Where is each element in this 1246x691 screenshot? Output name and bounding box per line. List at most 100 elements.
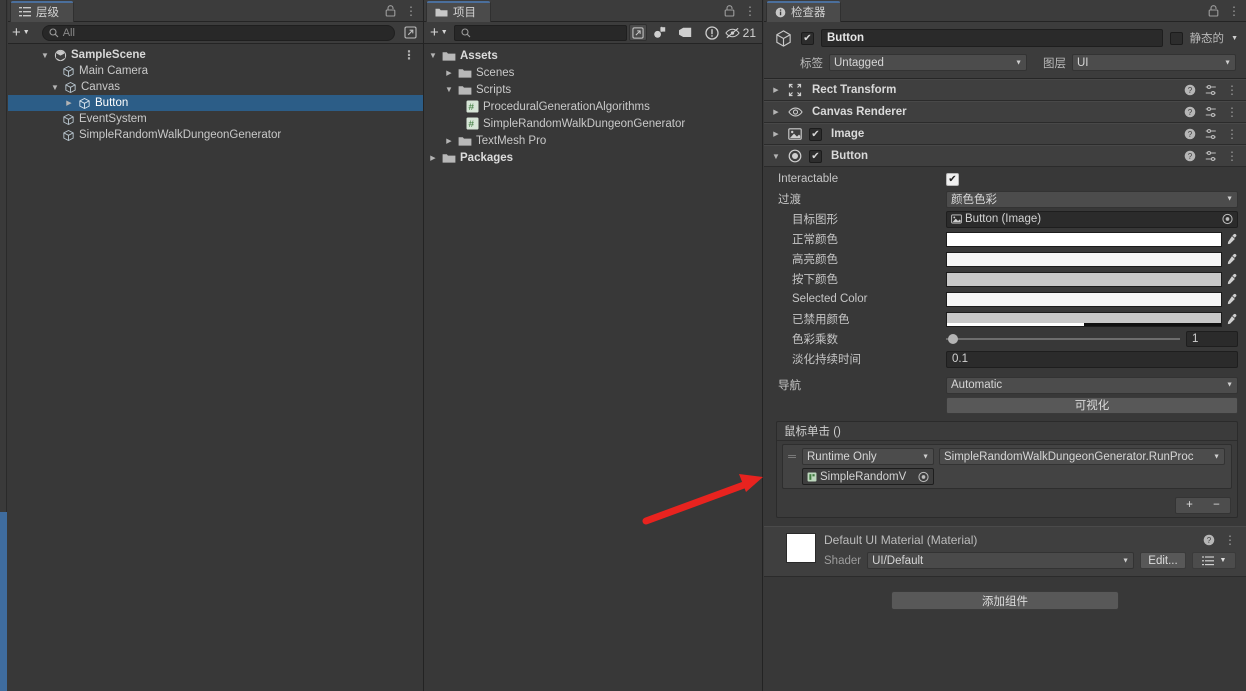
expand-triangle-icon[interactable]: ▼ [40,51,50,60]
expand-triangle-icon[interactable]: ▶ [444,137,454,145]
expand-triangle-icon[interactable]: ▶ [771,108,781,116]
hierarchy-item-simplerandomwalkdungeongenerator[interactable]: SimpleRandomWalkDungeonGenerator [8,127,423,143]
highlighted-color-swatch[interactable] [946,251,1222,267]
lock-icon[interactable] [724,5,735,17]
image-enabled-checkbox[interactable]: ✔ [809,127,822,141]
hierarchy-item-eventsystem[interactable]: EventSystem [8,111,423,127]
slider-knob[interactable] [948,334,958,344]
shader-edit-button[interactable]: Edit... [1140,552,1186,569]
layer-dropdown[interactable]: UI ▼ [1072,54,1236,71]
transition-dropdown[interactable]: 颜色色彩 ▼ [946,190,1238,208]
onclick-add-button[interactable]: + [1186,499,1193,511]
target-graphic-object-field[interactable]: Button (Image) [946,210,1238,228]
tab-inspector[interactable]: 检查器 [766,1,841,22]
expand-triangle-icon[interactable]: ▼ [428,51,438,60]
shader-dropdown[interactable]: UI/Default ▼ [867,552,1134,569]
navigation-dropdown[interactable]: Automatic ▼ [946,376,1238,394]
help-icon[interactable]: ? [1184,128,1196,140]
disabled-color-swatch[interactable] [946,311,1222,327]
project-item-proceduralgenerationalgorithms[interactable]: # ProceduralGenerationAlgorithms [424,98,762,115]
eyedropper-icon[interactable] [1224,233,1240,245]
component-header-button[interactable]: ▼ ✔ Button ? ⋮ [764,145,1246,167]
tab-project[interactable]: 项目 [426,1,491,22]
hierarchy-item-main-camera[interactable]: Main Camera [8,63,423,79]
scene-menu-icon[interactable]: ⋮ [403,49,415,61]
project-search-in-window-button[interactable] [628,24,647,41]
button-enabled-checkbox[interactable]: ✔ [809,149,822,163]
lock-icon[interactable] [385,5,396,17]
expand-triangle-icon[interactable]: ▼ [444,85,454,94]
component-menu-icon[interactable]: ⋮ [1226,128,1238,140]
inspector-menu-icon[interactable]: ⋮ [1228,5,1240,17]
project-item-scripts[interactable]: ▼ Scripts [424,81,762,98]
project-label-button[interactable] [673,24,699,42]
project-item-textmesh-pro[interactable]: ▶ TextMesh Pro [424,132,762,149]
expand-triangle-icon[interactable]: ▶ [444,69,454,77]
eyedropper-icon[interactable] [1224,273,1240,285]
preset-icon[interactable] [1205,128,1217,140]
help-icon[interactable]: ? [1184,84,1196,96]
drag-handle-icon[interactable]: ═ [787,451,797,463]
component-menu-icon[interactable]: ⋮ [1226,150,1238,162]
material-swatch[interactable] [786,533,816,563]
preset-icon[interactable] [1205,84,1217,96]
component-header-canvas-renderer[interactable]: ▶ Canvas Renderer ? ⋮ [764,101,1246,123]
help-icon[interactable]: ? [1203,534,1215,546]
object-name-input[interactable]: Button [821,29,1163,47]
static-checkbox[interactable]: ✔ [1169,31,1183,45]
shader-list-dropdown[interactable]: ▼ [1192,552,1236,569]
expand-triangle-icon[interactable]: ▶ [64,99,74,107]
object-enabled-checkbox[interactable]: ✔ [801,31,814,45]
project-inspector-splitter[interactable] [762,0,763,691]
onclick-add-remove-buttons[interactable]: + − [1175,496,1231,514]
hierarchy-expand-button[interactable] [401,24,419,42]
eyedropper-icon[interactable] [1224,313,1240,325]
project-favorites-button[interactable] [647,24,673,42]
component-menu-icon[interactable]: ⋮ [1226,84,1238,96]
expand-triangle-icon[interactable]: ▼ [50,83,60,92]
left-edge-scrollbar-thumb[interactable] [0,512,7,691]
pressed-color-swatch[interactable] [946,271,1222,287]
color-multiplier-slider[interactable] [946,331,1180,347]
interactable-checkbox[interactable]: ✔ [946,172,959,186]
component-menu-icon[interactable]: ⋮ [1226,106,1238,118]
preset-icon[interactable] [1205,106,1217,118]
object-picker-icon[interactable] [1222,213,1233,225]
project-item-scenes[interactable]: ▶ Scenes [424,64,762,81]
hierarchy-search-input[interactable]: All [41,24,395,41]
left-edge-scrollbar[interactable] [0,0,7,691]
color-multiplier-input[interactable]: 1 [1186,331,1238,347]
component-header-rect-transform[interactable]: ▶ Rect Transform ? ⋮ [764,79,1246,101]
visualize-button[interactable]: 可视化 [946,396,1238,414]
help-icon[interactable]: ? [1184,150,1196,162]
lock-icon[interactable] [1208,5,1219,17]
expand-triangle-icon[interactable]: ▶ [428,154,438,162]
project-add-button[interactable]: + ▼ [426,24,452,42]
tag-dropdown[interactable]: Untagged ▼ [829,54,1027,71]
add-component-button[interactable]: 添加组件 [891,591,1119,610]
expand-triangle-icon[interactable]: ▼ [771,152,781,161]
hierarchy-add-button[interactable]: + ▼ [12,24,30,42]
expand-triangle-icon[interactable]: ▶ [771,130,781,138]
object-picker-icon[interactable] [918,471,929,482]
onclick-mode-dropdown[interactable]: Runtime Only ▼ [802,448,934,465]
static-dropdown-icon[interactable]: ▼ [1231,35,1240,42]
hierarchy-item-button[interactable]: ▶ Button [8,95,423,111]
selected-color-swatch[interactable] [946,291,1222,307]
preset-icon[interactable] [1205,150,1217,162]
hierarchy-item-canvas[interactable]: ▼ Canvas [8,79,423,95]
hierarchy-item-samplescene[interactable]: ▼ SampleScene ⋮ [8,47,423,63]
onclick-function-dropdown[interactable]: SimpleRandomWalkDungeonGenerator.RunProc… [939,448,1225,465]
component-header-image[interactable]: ▶ ✔ Image ? ⋮ [764,123,1246,145]
project-hidden-count-button[interactable]: 21 [724,24,760,42]
project-item-packages[interactable]: ▶ Packages [424,149,762,166]
onclick-remove-button[interactable]: − [1213,499,1220,511]
project-item-assets[interactable]: ▼ Assets [424,47,762,64]
project-warning-button[interactable] [699,24,725,42]
help-icon[interactable]: ? [1184,106,1196,118]
project-item-simplerandomwalkdungeongenerator[interactable]: # SimpleRandomWalkDungeonGenerator [424,115,762,132]
hierarchy-menu-icon[interactable]: ⋮ [405,5,417,17]
eyedropper-icon[interactable] [1224,253,1240,265]
fade-duration-input[interactable]: 0.1 [946,350,1238,368]
project-search-input[interactable] [453,24,627,41]
